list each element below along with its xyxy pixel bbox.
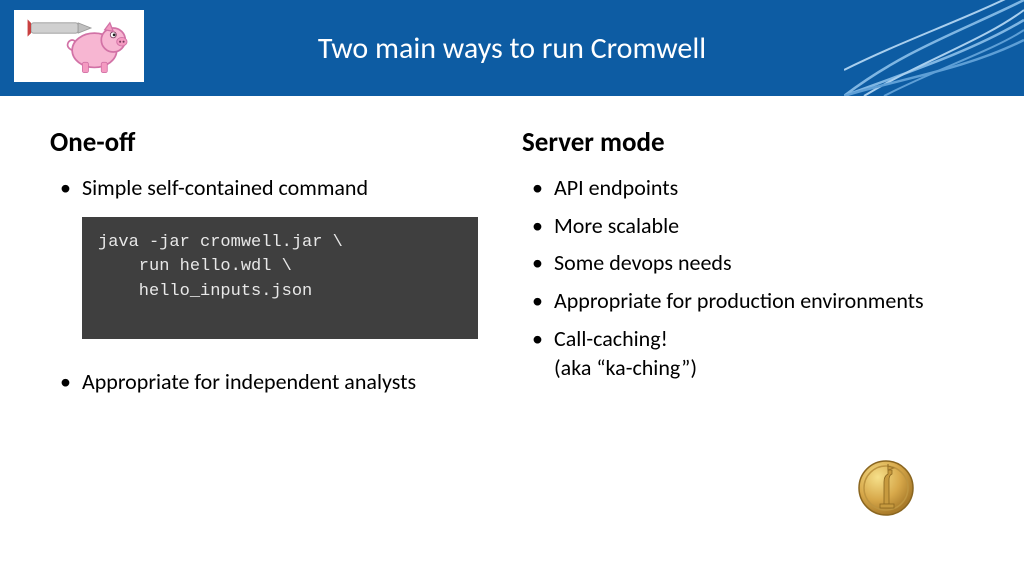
list-item: Call-caching! (aka “ka-ching”) bbox=[522, 324, 974, 383]
list-item: API endpoints bbox=[522, 173, 974, 203]
slide-header: Two main ways to run Cromwell bbox=[0, 0, 1024, 96]
logo-container bbox=[14, 10, 144, 82]
list-item: Some devops needs bbox=[522, 248, 974, 278]
list-one-off: Simple self-contained command bbox=[50, 173, 502, 203]
list-item: More scalable bbox=[522, 211, 974, 241]
column-one-off: One-off Simple self-contained command ja… bbox=[50, 126, 502, 404]
list-item: Appropriate for independent analysts bbox=[50, 367, 502, 397]
column-server-mode: Server mode API endpoints More scalable … bbox=[522, 126, 974, 404]
heading-one-off: One-off bbox=[50, 126, 502, 159]
slide-body: One-off Simple self-contained command ja… bbox=[0, 96, 1024, 404]
list-item: Simple self-contained command bbox=[50, 173, 502, 203]
heading-server-mode: Server mode bbox=[522, 126, 974, 159]
coin-icon bbox=[858, 460, 914, 516]
code-block: java -jar cromwell.jar \ run hello.wdl \… bbox=[82, 217, 478, 339]
list-one-off-2: Appropriate for independent analysts bbox=[50, 367, 502, 397]
list-item: Appropriate for production environments bbox=[522, 286, 974, 316]
pig-rocket-icon bbox=[24, 16, 134, 76]
slide-title: Two main ways to run Cromwell bbox=[0, 30, 1024, 67]
list-server-mode: API endpoints More scalable Some devops … bbox=[522, 173, 974, 383]
